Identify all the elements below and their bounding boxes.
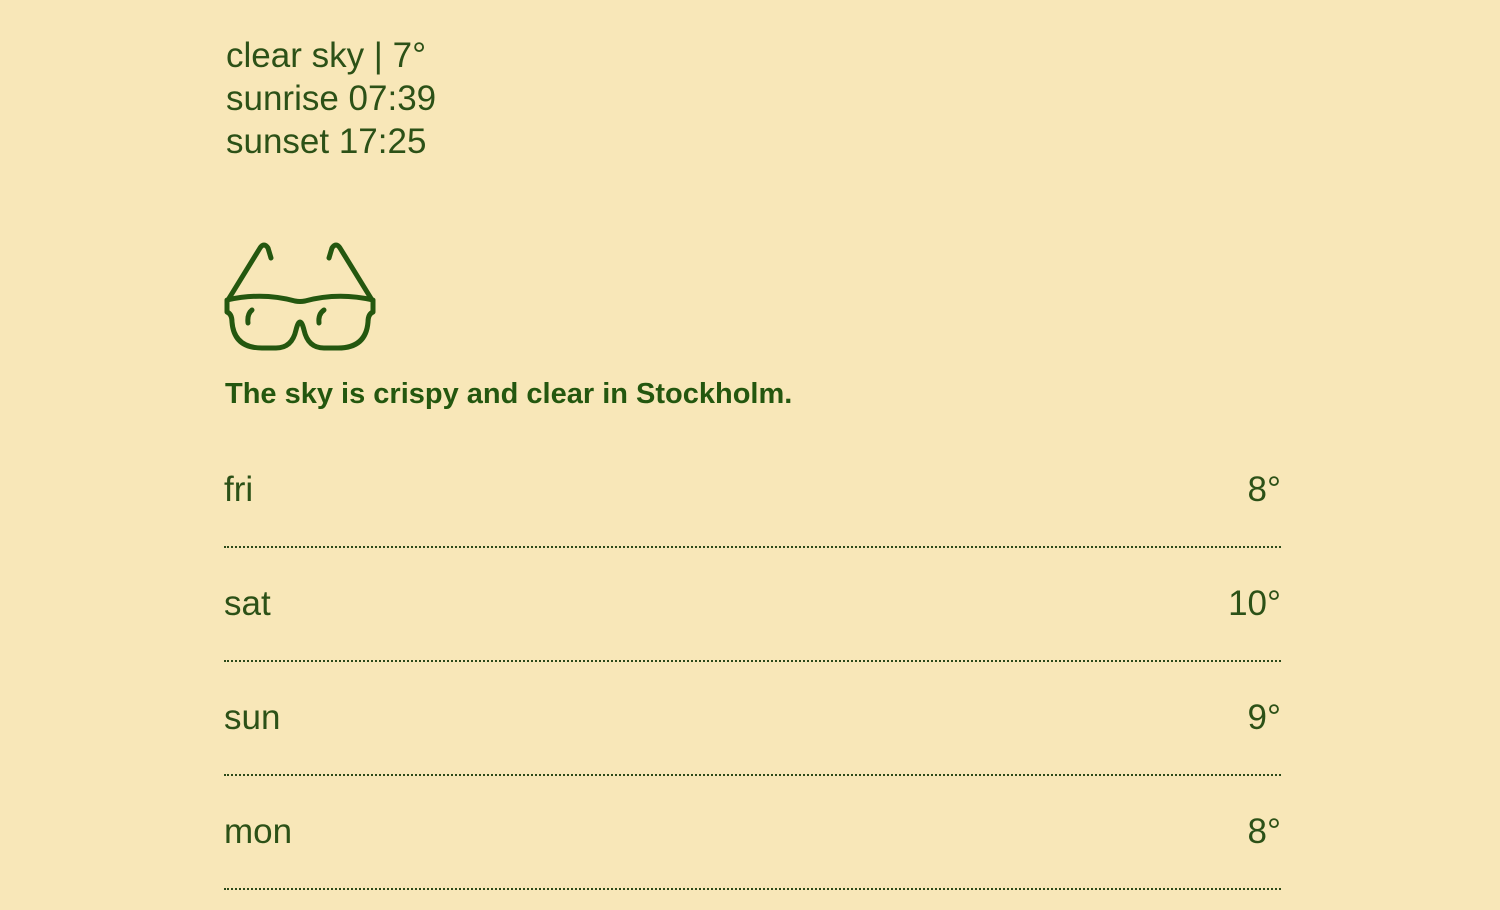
forecast-row: sun 9° bbox=[224, 662, 1281, 776]
forecast-temp: 8° bbox=[1247, 811, 1281, 851]
sunset-time: sunset 17:25 bbox=[226, 122, 427, 161]
forecast-day: sun bbox=[224, 697, 281, 737]
forecast-day: fri bbox=[224, 469, 254, 509]
forecast-temp: 9° bbox=[1247, 697, 1281, 737]
forecast-row: mon 8° bbox=[224, 776, 1281, 890]
weather-message: The sky is crispy and clear in Stockholm… bbox=[225, 378, 793, 410]
forecast-temp: 10° bbox=[1228, 583, 1281, 623]
current-weather: clear sky | 7° sunrise 07:39 sunset 17:2… bbox=[226, 34, 436, 163]
weather-summary: clear sky | 7° bbox=[226, 36, 427, 75]
forecast-day: sat bbox=[224, 583, 271, 623]
forecast-row: sat 10° bbox=[224, 548, 1281, 662]
forecast-day: mon bbox=[224, 811, 293, 851]
sunrise-time: sunrise 07:39 bbox=[226, 79, 437, 118]
forecast-temp: 8° bbox=[1247, 469, 1281, 509]
sunglasses-icon bbox=[222, 238, 378, 354]
forecast-row: fri 8° bbox=[224, 434, 1281, 548]
forecast-list: fri 8° sat 10° sun 9° mon 8° bbox=[224, 434, 1281, 890]
